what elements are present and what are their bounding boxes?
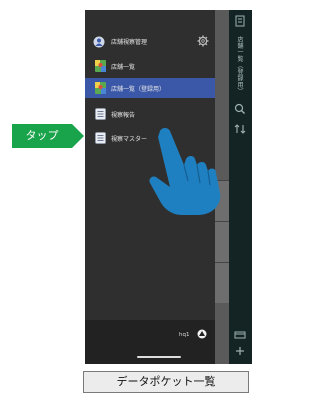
sort-icon[interactable] [233,122,247,136]
map-icon [95,60,106,72]
figure-caption: データポケット一覧 [83,371,249,393]
menu-toggle-icon[interactable] [233,14,247,28]
menu-footer: hq1 [85,320,215,364]
menu-item-label: 店舗一覧 [111,64,136,71]
menu-item-inspection-report[interactable]: 視察報告 [85,104,215,124]
list-cell [215,262,229,303]
card-icon[interactable] [233,328,247,342]
menu-item-store-list[interactable]: 店舗一覧 [85,56,215,76]
hand-pointer-icon [149,128,221,215]
search-icon[interactable] [233,102,247,116]
app-title: 店舗視察管理 [111,39,148,46]
tap-label: タップ [12,124,72,148]
vertical-page-title: 店舗一覧（登録用） [236,36,243,95]
user-name: hq1 [179,332,190,338]
map-icon [95,82,106,94]
gear-icon[interactable] [197,35,209,47]
menu-item-label: 視察マスター [111,136,148,143]
menu-item-label: 視察報告 [111,112,136,119]
menu-item-label: 店舗一覧（登録用） [111,86,166,93]
menu-item-store-list-registration[interactable]: 店舗一覧（登録用） [85,78,215,98]
user-icon[interactable] [197,329,207,339]
list-icon [95,108,106,120]
home-indicator [137,356,181,358]
tap-annotation: タップ [12,124,84,148]
right-toolbar: 店舗一覧（登録用） [229,10,252,364]
store-logo-icon [93,36,105,48]
menu-header: 店舗視察管理 [85,34,215,54]
add-icon[interactable] [233,344,247,358]
list-cell [215,221,229,262]
tap-arrow-icon [72,124,84,148]
list-icon [95,132,106,144]
